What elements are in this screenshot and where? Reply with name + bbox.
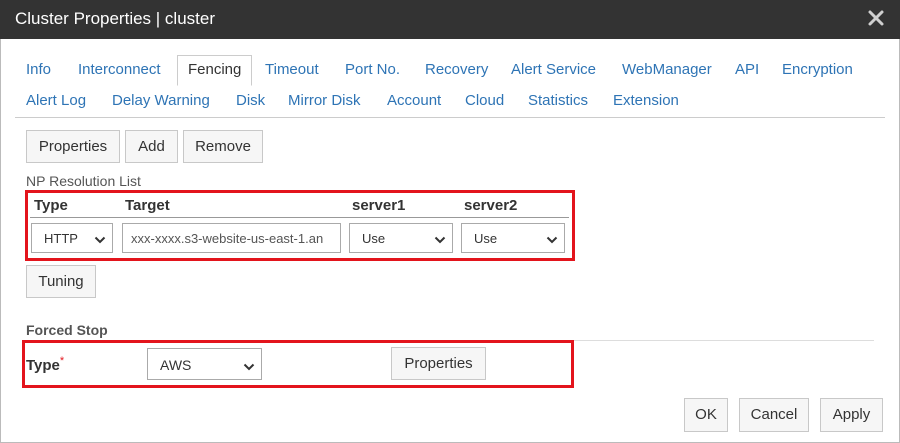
tab-info[interactable]: Info bbox=[26, 55, 51, 84]
tab-disk[interactable]: Disk bbox=[236, 86, 265, 115]
chevron-down-icon bbox=[434, 233, 446, 244]
ok-button[interactable]: OK bbox=[684, 398, 728, 432]
tab-cloud[interactable]: Cloud bbox=[465, 86, 504, 115]
chevron-down-icon bbox=[243, 359, 255, 371]
column-header-server1: server1 bbox=[352, 197, 406, 214]
forced-stop-type-label: Type* bbox=[26, 355, 64, 374]
properties-button[interactable]: Properties bbox=[26, 130, 120, 163]
forced-stop-type-select[interactable]: AWS bbox=[147, 348, 262, 380]
tab-mirror-disk[interactable]: Mirror Disk bbox=[288, 86, 361, 115]
tab-bar: Info Interconnect Fencing Timeout Port N… bbox=[15, 55, 885, 118]
cancel-button[interactable]: Cancel bbox=[739, 398, 809, 432]
tab-port-no[interactable]: Port No. bbox=[345, 55, 400, 84]
forced-stop-type-text: Type bbox=[26, 357, 60, 374]
tab-api[interactable]: API bbox=[735, 55, 759, 84]
server1-select[interactable]: Use bbox=[349, 223, 453, 253]
chevron-down-icon bbox=[546, 233, 558, 244]
tab-interconnect[interactable]: Interconnect bbox=[78, 55, 161, 84]
type-select-value: HTTP bbox=[44, 231, 78, 246]
server2-select-value: Use bbox=[474, 231, 498, 246]
target-input[interactable]: xxx-xxxx.s3-website-us-east-1.an bbox=[122, 223, 341, 253]
column-header-type: Type bbox=[34, 197, 68, 214]
column-header-server2: server2 bbox=[464, 197, 518, 214]
forced-stop-properties-button[interactable]: Properties bbox=[391, 347, 486, 380]
title-bar: Cluster Properties | cluster bbox=[0, 0, 900, 39]
server2-select[interactable]: Use bbox=[461, 223, 565, 253]
tuning-button[interactable]: Tuning bbox=[26, 265, 96, 298]
apply-button[interactable]: Apply bbox=[820, 398, 883, 432]
tab-alert-service[interactable]: Alert Service bbox=[511, 55, 596, 84]
tab-recovery[interactable]: Recovery bbox=[425, 55, 488, 84]
forced-stop-type-value: AWS bbox=[160, 357, 192, 373]
tab-extension[interactable]: Extension bbox=[613, 86, 679, 115]
tab-account[interactable]: Account bbox=[387, 86, 441, 115]
column-header-target: Target bbox=[125, 197, 170, 214]
tab-encryption[interactable]: Encryption bbox=[782, 55, 853, 84]
close-icon[interactable] bbox=[866, 8, 886, 28]
tab-alert-log[interactable]: Alert Log bbox=[26, 86, 86, 115]
tab-delay-warning[interactable]: Delay Warning bbox=[112, 86, 210, 115]
window-title: Cluster Properties | cluster bbox=[15, 9, 215, 28]
chevron-down-icon bbox=[94, 233, 106, 244]
tab-fencing[interactable]: Fencing bbox=[177, 55, 253, 86]
remove-button[interactable]: Remove bbox=[183, 130, 263, 163]
tab-webmanager[interactable]: WebManager bbox=[622, 55, 712, 84]
tab-timeout[interactable]: Timeout bbox=[265, 55, 319, 84]
add-button[interactable]: Add bbox=[125, 130, 178, 163]
type-select[interactable]: HTTP bbox=[31, 223, 113, 253]
np-resolution-list-label: NP Resolution List bbox=[26, 173, 141, 189]
forced-stop-label: Forced Stop bbox=[26, 322, 108, 338]
forced-stop-highlight bbox=[22, 340, 574, 388]
required-mark: * bbox=[59, 355, 65, 367]
tab-statistics[interactable]: Statistics bbox=[528, 86, 588, 115]
server1-select-value: Use bbox=[362, 231, 386, 246]
table-header-divider bbox=[30, 217, 569, 218]
